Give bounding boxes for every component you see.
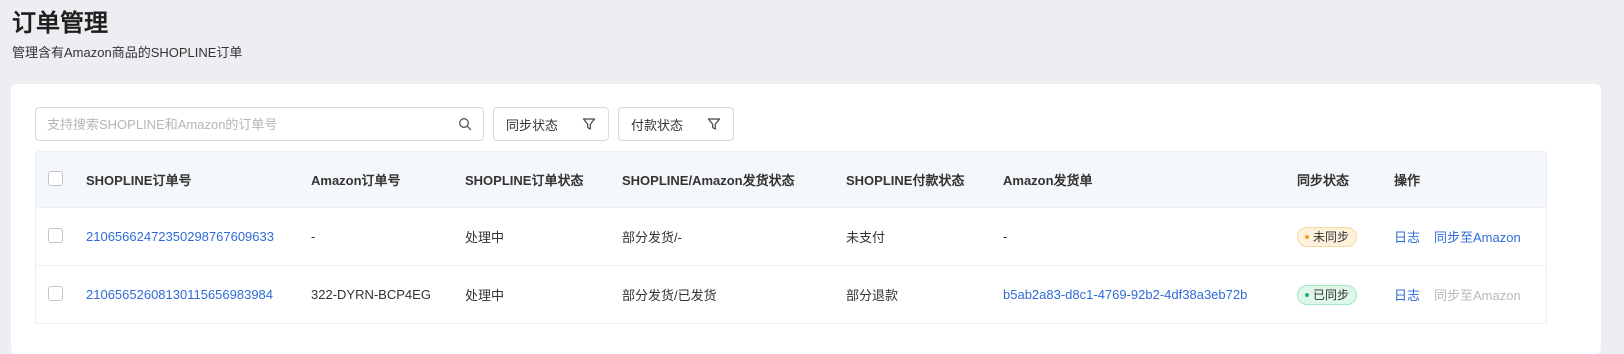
sync-status-badge: 已同步 (1297, 284, 1358, 305)
log-link[interactable]: 日志 (1394, 285, 1420, 304)
header-pay-status: SHOPLINE付款状态 (846, 173, 965, 188)
shopline-status-cell: 处理中 (465, 230, 505, 245)
search-icon[interactable] (458, 117, 472, 131)
page-header: 订单管理 管理含有Amazon商品的SHOPLINE订单 (12, 8, 242, 62)
row-checkbox[interactable] (48, 227, 63, 243)
page-subtitle: 管理含有Amazon商品的SHOPLINE订单 (12, 45, 243, 60)
header-amazon-shipment: Amazon发货单 (1003, 173, 1093, 188)
status-dot-icon (1305, 234, 1309, 239)
table-row: 21065662472350298767609633 - 处理中 部分发货/- … (36, 207, 1546, 265)
shopline-order-link[interactable]: 21065662472350298767609633 (86, 229, 274, 244)
toolbar: 同步状态 付款状态 (35, 107, 734, 141)
sync-status-filter[interactable]: 同步状态 (493, 107, 609, 141)
ship-status-cell: 部分发货/已发货 (622, 288, 717, 303)
search-input[interactable] (47, 116, 458, 132)
filter-icon (707, 117, 721, 131)
header-ship-status: SHOPLINE/Amazon发货状态 (622, 173, 795, 188)
sync-to-amazon-link[interactable]: 同步至Amazon (1434, 227, 1521, 246)
select-all-checkbox[interactable] (48, 170, 63, 186)
amazon-shipment-cell: - (1003, 229, 1008, 244)
payment-status-filter[interactable]: 付款状态 (618, 107, 734, 141)
header-shopline-status: SHOPLINE订单状态 (465, 173, 584, 188)
amazon-order-cell: - (311, 229, 316, 244)
sync-to-amazon-link-disabled: 同步至Amazon (1434, 288, 1521, 303)
sync-status-filter-label: 同步状态 (506, 117, 559, 133)
page-title: 订单管理 (12, 10, 108, 37)
payment-status-filter-label: 付款状态 (631, 117, 684, 133)
header-amazon-order: Amazon订单号 (311, 173, 401, 188)
header-sync-status: 同步状态 (1297, 173, 1350, 188)
shopline-order-link[interactable]: 21065652608130115656983984 (86, 287, 273, 302)
pay-status-cell: 未支付 (846, 230, 886, 245)
table-row: 21065652608130115656983984 322-DYRN-BCP4… (36, 265, 1546, 323)
header-shopline-order: SHOPLINE订单号 (86, 173, 192, 188)
shopline-status-cell: 处理中 (465, 288, 505, 303)
orders-table: SHOPLINE订单号 Amazon订单号 SHOPLINE订单状态 SHOPL… (35, 151, 1547, 324)
filter-icon (582, 117, 596, 131)
sync-status-label: 已同步 (1313, 288, 1350, 302)
status-dot-icon (1305, 292, 1309, 297)
ship-status-cell: 部分发货/- (622, 230, 682, 245)
amazon-order-cell: 322-DYRN-BCP4EG (311, 287, 431, 302)
search-box[interactable] (35, 107, 484, 141)
amazon-shipment-link[interactable]: b5ab2a83-d8c1-4769-92b2-4df38a3eb72b (1003, 287, 1247, 302)
row-checkbox[interactable] (48, 285, 63, 301)
header-actions: 操作 (1394, 173, 1421, 188)
log-link[interactable]: 日志 (1394, 227, 1420, 246)
orders-card: 同步状态 付款状态 SHOPLINE订单号 Amazon订单号 SHOPLINE… (11, 84, 1601, 354)
sync-status-label: 未同步 (1313, 230, 1350, 244)
table-header: SHOPLINE订单号 Amazon订单号 SHOPLINE订单状态 SHOPL… (36, 152, 1546, 207)
sync-status-badge: 未同步 (1297, 226, 1358, 247)
pay-status-cell: 部分退款 (846, 288, 899, 303)
